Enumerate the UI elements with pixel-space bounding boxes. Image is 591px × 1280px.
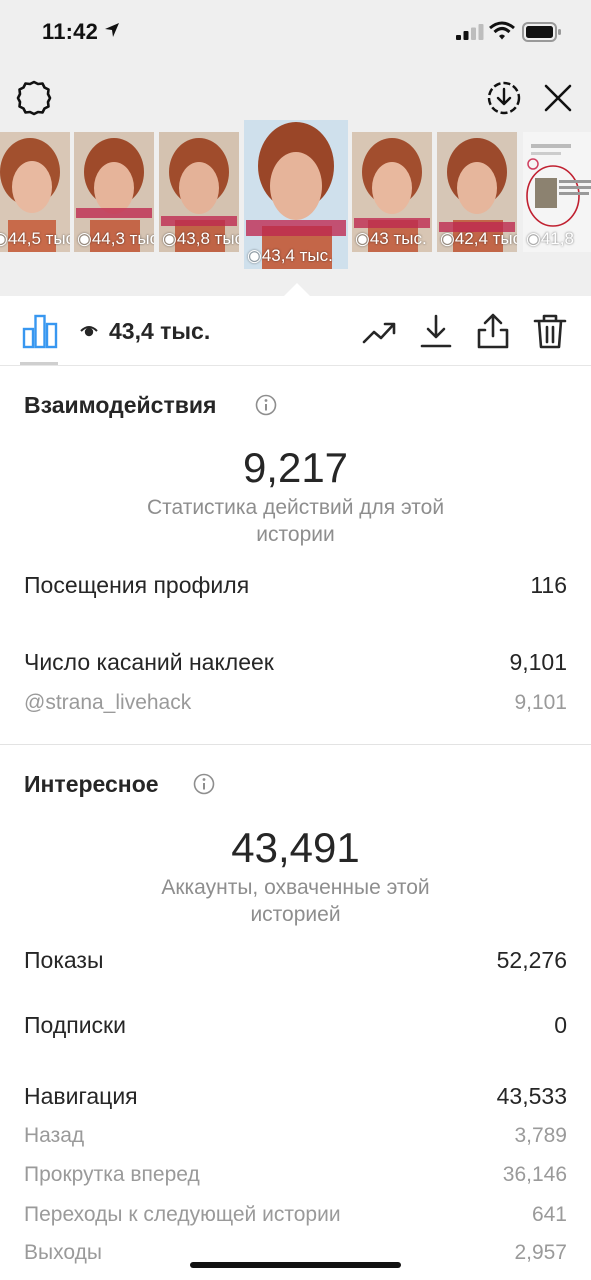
discovery-title: Интересное xyxy=(24,771,159,797)
discovery-total: 43,491 xyxy=(231,824,360,871)
story-thumbnails-strip[interactable]: ◉44,5 тыс. ◉44,3 тыс. ◉43,8 тыс. ◉43,4 т… xyxy=(0,120,591,296)
download-icon[interactable] xyxy=(416,312,456,352)
exits-value: 2,957 xyxy=(514,1241,567,1264)
navigation-value: 43,533 xyxy=(496,1083,567,1109)
sticker-caption xyxy=(76,208,152,218)
story-toolbar: 43,4 тыс. xyxy=(0,296,591,366)
thumbnail-views: ◉41,8 xyxy=(526,229,574,248)
trend-icon[interactable] xyxy=(360,312,400,352)
selected-pointer xyxy=(283,283,311,297)
profile-visits-label: Посещения профиля xyxy=(24,572,250,598)
download-ring-icon[interactable] xyxy=(484,78,524,118)
mention-value: 9,101 xyxy=(514,691,567,714)
back-label: Назад xyxy=(24,1124,85,1147)
interactions-total: 9,217 xyxy=(242,444,349,491)
bar-chart-icon[interactable] xyxy=(22,313,58,349)
back-value: 3,789 xyxy=(514,1124,567,1147)
sticker-taps-label: Число касаний наклеек xyxy=(24,649,274,675)
sticker-caption xyxy=(354,218,430,228)
forward-value: 36,146 xyxy=(502,1163,567,1186)
sticker-caption xyxy=(246,220,346,236)
thumbnail-views: ◉43,4 тыс. xyxy=(247,246,333,265)
exits-label: Выходы xyxy=(24,1241,102,1264)
info-icon[interactable] xyxy=(193,773,215,795)
home-indicator xyxy=(190,1262,401,1268)
trash-icon[interactable] xyxy=(530,312,570,352)
thumbnail-views: ◉42,4 тыс. xyxy=(440,229,517,248)
follows-value: 0 xyxy=(554,1012,567,1038)
status-time: 11:42 xyxy=(42,19,99,44)
wifi-icon xyxy=(489,21,515,40)
interactions-title: Взаимодействия xyxy=(24,392,217,418)
story-thumbnail[interactable]: ◉41,8 xyxy=(523,132,591,252)
next-story-label: Переходы к следующей истории xyxy=(24,1203,341,1226)
navigation-label: Навигация xyxy=(24,1083,138,1109)
location-arrow-icon xyxy=(105,23,119,37)
active-tab-indicator xyxy=(20,362,58,365)
story-thumbnail[interactable]: ◉43 тыс. xyxy=(352,132,432,252)
battery-icon xyxy=(522,22,561,42)
gear-icon[interactable] xyxy=(14,78,54,118)
story-header: 11:42 ◉44,5 тыс. ◉44,3 тыс. ◉43,8 тыс. xyxy=(0,0,591,297)
story-thumbnail[interactable]: ◉42,4 тыс. xyxy=(437,132,517,252)
section-divider xyxy=(0,744,591,745)
thumbnail-views: ◉44,3 тыс. xyxy=(77,229,154,248)
info-icon[interactable] xyxy=(255,394,277,416)
eye-icon xyxy=(80,326,98,337)
forward-label: Прокрутка вперед xyxy=(24,1163,200,1186)
story-thumbnail[interactable]: ◉44,5 тыс. xyxy=(0,132,70,252)
impressions-label: Показы xyxy=(24,947,104,973)
mention-label: @strana_livehack xyxy=(24,691,192,714)
status-bar: 11:42 xyxy=(0,0,591,64)
thumbnail-views: ◉43 тыс. xyxy=(355,229,427,248)
story-thumbnail[interactable]: ◉43,8 тыс. xyxy=(159,132,239,252)
follows-label: Подписки xyxy=(24,1012,126,1038)
thumbnail-views: ◉43,8 тыс. xyxy=(162,229,239,248)
story-thumbnail[interactable]: ◉44,3 тыс. xyxy=(74,132,154,252)
thumbnail-views: ◉44,5 тыс. xyxy=(0,229,70,248)
profile-visits-value: 116 xyxy=(530,572,567,598)
sticker-taps-value: 9,101 xyxy=(509,649,567,675)
next-story-value: 641 xyxy=(531,1203,567,1226)
impressions-value: 52,276 xyxy=(496,947,567,973)
signal-icon xyxy=(456,24,484,40)
interactions-caption: Статистика действий для этой истории xyxy=(146,496,445,546)
discovery-caption: Аккаунты, охваченные этой историей xyxy=(161,876,430,926)
close-icon[interactable] xyxy=(538,78,578,118)
views-count: 43,4 тыс. xyxy=(109,318,211,344)
share-icon[interactable] xyxy=(473,312,513,352)
sticker-caption xyxy=(161,216,237,226)
story-thumbnail-selected[interactable]: ◉43,4 тыс. xyxy=(244,120,348,269)
